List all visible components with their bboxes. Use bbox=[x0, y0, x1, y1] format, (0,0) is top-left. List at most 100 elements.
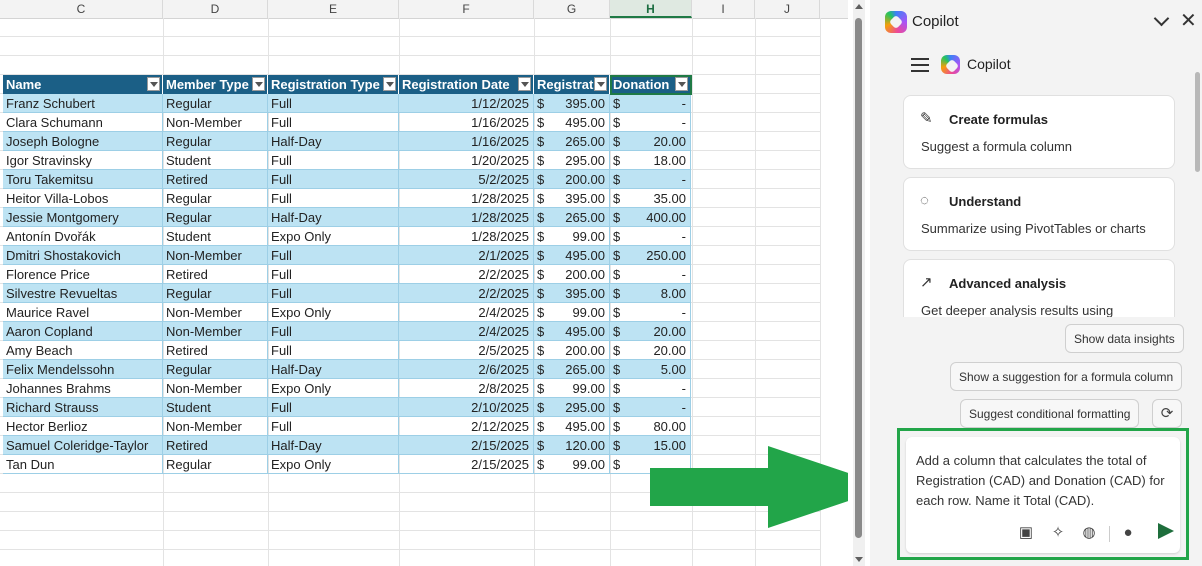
registration-fee-cell[interactable]: $395.00 bbox=[534, 189, 610, 208]
scroll-up-icon[interactable] bbox=[855, 4, 863, 9]
name-cell[interactable]: Johannes Brahms bbox=[3, 379, 163, 398]
member-type-cell[interactable]: Regular bbox=[163, 360, 268, 379]
member-type-cell[interactable]: Student bbox=[163, 227, 268, 246]
column-header-j[interactable]: J bbox=[755, 0, 820, 18]
pane-scrollbar[interactable] bbox=[1195, 72, 1200, 172]
donation-cell[interactable]: $ - bbox=[610, 398, 691, 417]
chip-formula-column[interactable]: Show a suggestion for a formula column bbox=[950, 362, 1183, 391]
filter-dropdown-icon[interactable] bbox=[594, 77, 607, 91]
donation-cell[interactable]: $ - bbox=[610, 265, 691, 284]
registration-fee-cell[interactable]: $265.00 bbox=[534, 132, 610, 151]
scroll-thumb[interactable] bbox=[855, 18, 862, 538]
member-type-cell[interactable]: Regular bbox=[163, 132, 268, 151]
member-type-cell[interactable]: Retired bbox=[163, 170, 268, 189]
registration-type-cell[interactable]: Full bbox=[268, 265, 399, 284]
member-type-cell[interactable]: Retired bbox=[163, 341, 268, 360]
member-type-cell[interactable]: Regular bbox=[163, 189, 268, 208]
table-header-cell[interactable]: Name bbox=[3, 75, 163, 94]
registration-type-cell[interactable]: Full bbox=[268, 113, 399, 132]
selected-cell-donation-header[interactable] bbox=[610, 75, 692, 95]
member-type-cell[interactable]: Non-Member bbox=[163, 417, 268, 436]
name-cell[interactable]: Clara Schumann bbox=[3, 113, 163, 132]
registration-date-cell[interactable]: 2/8/2025 bbox=[399, 379, 534, 398]
globe-icon[interactable]: ◍ bbox=[1079, 523, 1099, 543]
name-cell[interactable]: Richard Strauss bbox=[3, 398, 163, 417]
column-header-h[interactable]: H bbox=[610, 0, 692, 18]
registration-date-cell[interactable]: 2/2/2025 bbox=[399, 265, 534, 284]
name-cell[interactable]: Aaron Copland bbox=[3, 322, 163, 341]
sheet-vertical-scrollbar[interactable] bbox=[853, 0, 865, 566]
registration-type-cell[interactable]: Full bbox=[268, 170, 399, 189]
registration-type-cell[interactable]: Full bbox=[268, 322, 399, 341]
send-icon[interactable] bbox=[1158, 523, 1174, 539]
name-cell[interactable]: Florence Price bbox=[3, 265, 163, 284]
registration-fee-cell[interactable]: $495.00 bbox=[534, 246, 610, 265]
registration-date-cell[interactable]: 2/12/2025 bbox=[399, 417, 534, 436]
scroll-down-icon[interactable] bbox=[855, 557, 863, 562]
registration-type-cell[interactable]: Full bbox=[268, 246, 399, 265]
registration-date-cell[interactable]: 2/2/2025 bbox=[399, 284, 534, 303]
registration-type-cell[interactable]: Half-Day bbox=[268, 436, 399, 455]
registration-fee-cell[interactable]: $265.00 bbox=[534, 208, 610, 227]
prompt-text[interactable]: Add a column that calculates the total o… bbox=[916, 451, 1174, 511]
registration-type-cell[interactable]: Half-Day bbox=[268, 208, 399, 227]
registration-date-cell[interactable]: 2/5/2025 bbox=[399, 341, 534, 360]
donation-cell[interactable]: $20.00 bbox=[610, 341, 691, 360]
registration-fee-cell[interactable]: $200.00 bbox=[534, 341, 610, 360]
registration-fee-cell[interactable]: $395.00 bbox=[534, 94, 610, 113]
name-cell[interactable]: Silvestre Revueltas bbox=[3, 284, 163, 303]
donation-cell[interactable]: $250.00 bbox=[610, 246, 691, 265]
name-cell[interactable]: Igor Stravinsky bbox=[3, 151, 163, 170]
registration-fee-cell[interactable]: $99.00 bbox=[534, 303, 610, 322]
donation-cell[interactable]: $ - bbox=[610, 113, 691, 132]
column-header-i[interactable]: I bbox=[692, 0, 755, 18]
registration-type-cell[interactable]: Full bbox=[268, 94, 399, 113]
member-type-cell[interactable]: Retired bbox=[163, 436, 268, 455]
table-header-cell[interactable]: Registrati bbox=[534, 75, 610, 94]
member-type-cell[interactable]: Regular bbox=[163, 94, 268, 113]
donation-cell[interactable]: $ - bbox=[610, 379, 691, 398]
member-type-cell[interactable]: Non-Member bbox=[163, 113, 268, 132]
registration-date-cell[interactable]: 2/4/2025 bbox=[399, 322, 534, 341]
donation-cell[interactable]: $5.00 bbox=[610, 360, 691, 379]
filter-dropdown-icon[interactable] bbox=[147, 77, 160, 91]
registration-date-cell[interactable]: 5/2/2025 bbox=[399, 170, 534, 189]
table-header-cell[interactable]: Registration Date bbox=[399, 75, 534, 94]
registration-type-cell[interactable]: Full bbox=[268, 189, 399, 208]
filter-dropdown-icon[interactable] bbox=[252, 77, 265, 91]
registration-date-cell[interactable]: 1/12/2025 bbox=[399, 94, 534, 113]
registration-date-cell[interactable]: 2/6/2025 bbox=[399, 360, 534, 379]
registration-date-cell[interactable]: 1/20/2025 bbox=[399, 151, 534, 170]
donation-cell[interactable]: $18.00 bbox=[610, 151, 691, 170]
donation-cell[interactable]: $400.00 bbox=[610, 208, 691, 227]
registration-type-cell[interactable]: Full bbox=[268, 341, 399, 360]
registration-fee-cell[interactable]: $120.00 bbox=[534, 436, 610, 455]
registration-fee-cell[interactable]: $265.00 bbox=[534, 360, 610, 379]
donation-cell[interactable]: $ - bbox=[610, 303, 691, 322]
member-type-cell[interactable]: Non-Member bbox=[163, 379, 268, 398]
registration-type-cell[interactable]: Full bbox=[268, 151, 399, 170]
suggestion-card[interactable]: ↗ Advanced analysis Get deeper analysis re… bbox=[903, 259, 1175, 317]
registration-type-cell[interactable]: Full bbox=[268, 398, 399, 417]
registration-date-cell[interactable]: 1/28/2025 bbox=[399, 208, 534, 227]
name-cell[interactable]: Samuel Coleridge-Taylor bbox=[3, 436, 163, 455]
column-header-d[interactable]: D bbox=[163, 0, 268, 18]
member-type-cell[interactable]: Regular bbox=[163, 208, 268, 227]
registration-fee-cell[interactable]: $200.00 bbox=[534, 265, 610, 284]
prompt-input[interactable]: Add a column that calculates the total o… bbox=[906, 437, 1180, 553]
close-icon[interactable]: ✕ bbox=[1180, 8, 1197, 33]
donation-cell[interactable]: $80.00 bbox=[610, 417, 691, 436]
registration-type-cell[interactable]: Expo Only bbox=[268, 303, 399, 322]
hamburger-menu-icon[interactable] bbox=[911, 58, 929, 72]
donation-cell[interactable]: $ - bbox=[610, 227, 691, 246]
registration-date-cell[interactable]: 2/10/2025 bbox=[399, 398, 534, 417]
sparkle-prompts-icon[interactable]: ✧ bbox=[1048, 523, 1068, 543]
member-type-cell[interactable]: Student bbox=[163, 398, 268, 417]
name-cell[interactable]: Amy Beach bbox=[3, 341, 163, 360]
donation-cell[interactable]: $35.00 bbox=[610, 189, 691, 208]
name-cell[interactable]: Dmitri Shostakovich bbox=[3, 246, 163, 265]
column-header-c[interactable]: C bbox=[0, 0, 163, 18]
registration-date-cell[interactable]: 2/1/2025 bbox=[399, 246, 534, 265]
member-type-cell[interactable]: Non-Member bbox=[163, 303, 268, 322]
registration-type-cell[interactable]: Expo Only bbox=[268, 455, 399, 474]
